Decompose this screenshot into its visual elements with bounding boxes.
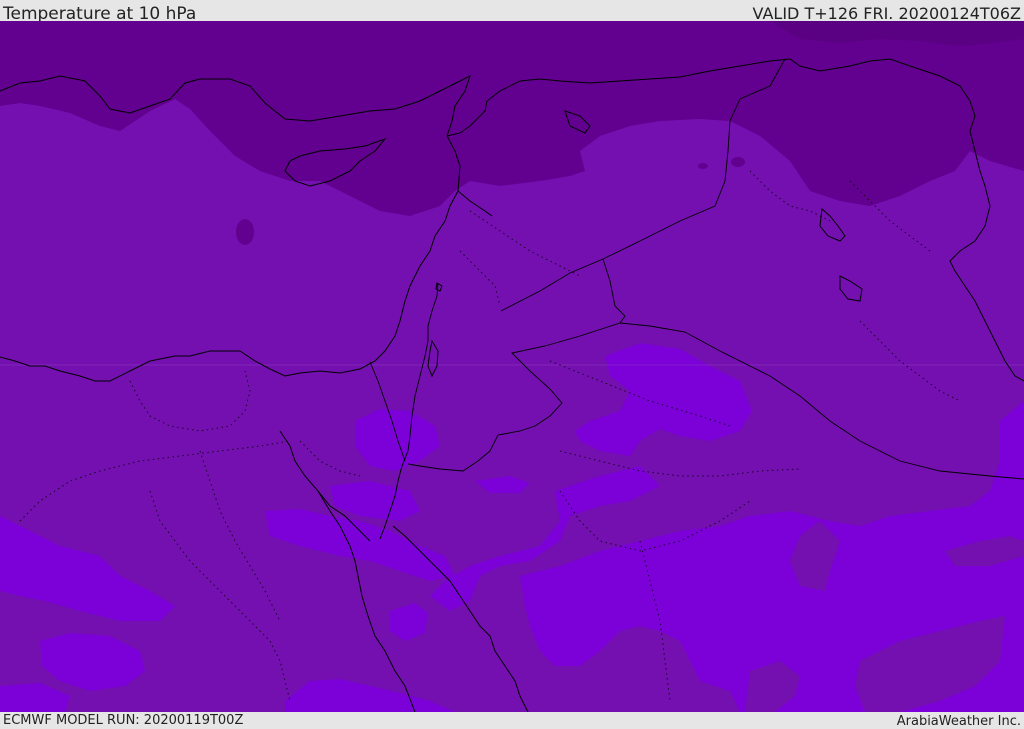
temperature-spot-dark xyxy=(698,163,708,169)
credit-label: ArabiaWeather Inc. xyxy=(896,714,1021,729)
header-bar: Temperature at 10 hPa VALID T+126 FRI. 2… xyxy=(0,0,1024,24)
map-canvas[interactable] xyxy=(0,21,1024,712)
temperature-spot-dark xyxy=(236,219,254,245)
forecast-map[interactable] xyxy=(0,21,1024,712)
footer-bar: ECMWF MODEL RUN: 20200119T00Z ArabiaWeat… xyxy=(0,712,1024,729)
model-run-label: ECMWF MODEL RUN: 20200119T00Z xyxy=(3,713,244,728)
map-viewer: Temperature at 10 hPa VALID T+126 FRI. 2… xyxy=(0,0,1024,729)
temperature-spot-dark xyxy=(731,157,745,167)
